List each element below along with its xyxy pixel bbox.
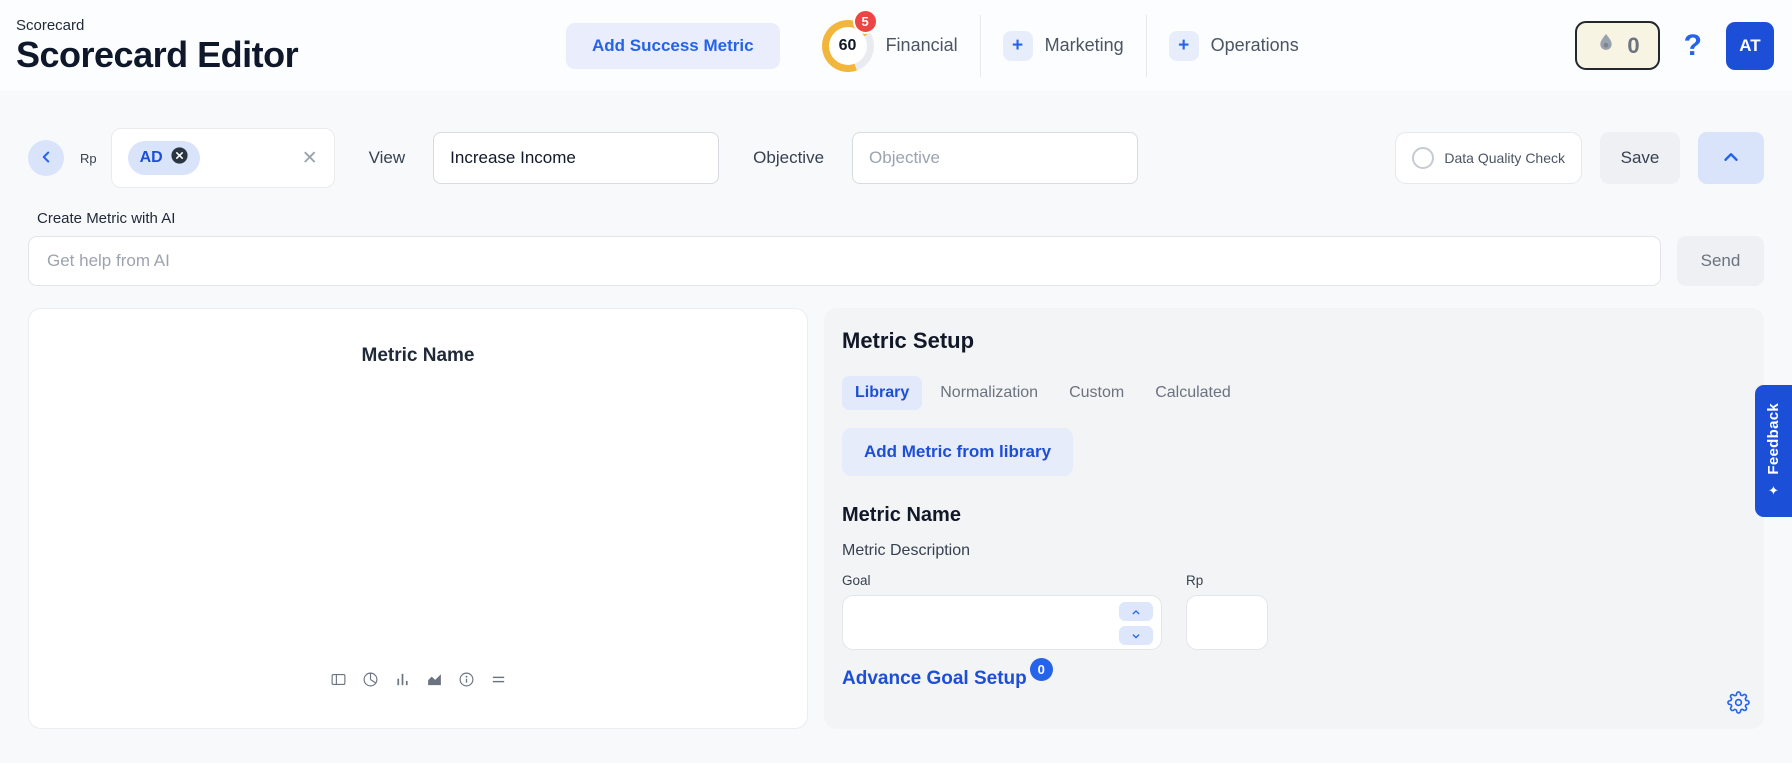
scorecard-chip-box: AD ✕ [111, 128, 335, 188]
toolbar-right-cluster: Data Quality Check Save [1395, 132, 1764, 184]
brand-block: Scorecard Scorecard Editor [16, 15, 566, 76]
streak-count: 0 [1627, 33, 1639, 59]
tab-marketing[interactable]: + Marketing [1003, 31, 1124, 61]
main-panels: Metric Name [28, 308, 1764, 729]
tab-calculated[interactable]: Calculated [1142, 376, 1244, 410]
currency-unit-label: Rp [1186, 573, 1268, 588]
currency-label: Rp [80, 151, 97, 166]
currency-input[interactable] [1186, 595, 1268, 650]
info-icon[interactable] [458, 671, 475, 688]
bar-chart-icon[interactable] [394, 671, 411, 688]
tab-financial[interactable]: 60 5 Financial [822, 20, 958, 72]
scorecard-editor-page: Scorecard Scorecard Editor Add Success M… [0, 0, 1792, 763]
collapse-button[interactable] [1698, 132, 1764, 184]
feedback-tab[interactable]: Feedback ✦ [1755, 385, 1792, 517]
objective-input[interactable] [852, 132, 1138, 184]
notification-badge: 5 [853, 9, 878, 34]
settings-gear-icon[interactable] [1727, 691, 1750, 717]
sparkle-icon: ✦ [1768, 483, 1779, 499]
breadcrumb: Scorecard [16, 17, 566, 34]
currency-group: Rp [1186, 573, 1268, 650]
avatar[interactable]: AT [1726, 22, 1774, 70]
radio-circle-icon [1412, 147, 1434, 169]
send-button[interactable]: Send [1677, 236, 1764, 286]
header-divider [1146, 15, 1147, 77]
add-operations-plus-icon[interactable]: + [1169, 31, 1199, 61]
header-right-cluster: 0 ? AT [1575, 21, 1774, 70]
feedback-label: Feedback [1765, 403, 1782, 475]
ai-prompt-input[interactable] [28, 236, 1661, 286]
pie-chart-icon[interactable] [362, 671, 379, 688]
streak-counter[interactable]: 0 [1575, 21, 1659, 70]
header: Scorecard Scorecard Editor Add Success M… [0, 0, 1792, 91]
goal-input[interactable] [842, 595, 1162, 650]
header-divider [980, 15, 981, 77]
ai-assist-label: Create Metric with AI [37, 210, 1764, 227]
stepper-up-icon[interactable] [1119, 602, 1153, 621]
goal-row: Goal Rp [842, 573, 1746, 650]
tab-normalization[interactable]: Normalization [927, 376, 1051, 410]
view-input[interactable] [433, 132, 719, 184]
chart-type-switcher [29, 671, 807, 688]
save-button[interactable]: Save [1600, 132, 1680, 184]
tab-financial-label: Financial [886, 35, 958, 56]
table-view-icon[interactable] [330, 671, 347, 688]
add-metric-from-library-button[interactable]: Add Metric from library [842, 428, 1073, 476]
clear-selection-icon[interactable]: ✕ [302, 147, 318, 170]
chip-label: AD [140, 149, 163, 167]
metric-description-label: Metric Description [842, 542, 1746, 560]
ai-assist-row: Send [28, 236, 1764, 286]
help-icon[interactable]: ? [1684, 29, 1702, 63]
editor-toolbar: Rp AD ✕ View Objective Data Quality Chec… [28, 128, 1764, 188]
add-success-metric-button[interactable]: Add Success Metric [566, 23, 780, 69]
tab-marketing-label: Marketing [1045, 35, 1124, 56]
financial-score-gauge: 60 5 [822, 20, 874, 72]
advance-goal-badge: 0 [1030, 658, 1053, 681]
metric-setup-panel: Metric Setup Library Normalization Custo… [824, 308, 1764, 729]
view-label: View [369, 148, 406, 168]
list-view-icon[interactable] [490, 671, 507, 688]
back-button[interactable] [28, 140, 64, 176]
tab-custom[interactable]: Custom [1056, 376, 1137, 410]
scorecard-tabs: 60 5 Financial + Marketing + Operations [822, 15, 1299, 77]
objective-label: Objective [753, 148, 824, 168]
chevron-up-icon [1720, 146, 1742, 171]
metric-name-heading: Metric Name [842, 504, 1746, 527]
metric-setup-tabs: Library Normalization Custom Calculated [842, 376, 1746, 410]
tab-library[interactable]: Library [842, 376, 922, 410]
add-marketing-plus-icon[interactable]: + [1003, 31, 1033, 61]
goal-input-wrap [842, 595, 1162, 650]
stepper-down-icon[interactable] [1119, 626, 1153, 645]
chevron-left-icon [37, 148, 55, 169]
goal-stepper [1119, 602, 1153, 645]
data-quality-check-toggle[interactable]: Data Quality Check [1395, 132, 1582, 184]
goal-label: Goal [842, 573, 1162, 588]
advance-goal-setup-link[interactable]: Advance Goal Setup [842, 668, 1027, 690]
tab-operations[interactable]: + Operations [1169, 31, 1299, 61]
metric-setup-title: Metric Setup [842, 328, 1746, 354]
scorecard-chip[interactable]: AD [128, 141, 200, 175]
goal-group: Goal [842, 573, 1162, 650]
page-title: Scorecard Editor [16, 34, 566, 76]
flame-drop-icon [1595, 32, 1617, 59]
ai-assist-section: Create Metric with AI Send [28, 210, 1764, 286]
area-chart-icon[interactable] [426, 671, 443, 688]
chart-title: Metric Name [29, 345, 807, 367]
metric-chart-card: Metric Name [28, 308, 808, 729]
tab-operations-label: Operations [1211, 35, 1299, 56]
data-quality-check-label: Data Quality Check [1444, 150, 1565, 166]
chip-remove-icon[interactable] [171, 147, 188, 169]
advance-goal-row: Advance Goal Setup 0 [842, 668, 1746, 690]
